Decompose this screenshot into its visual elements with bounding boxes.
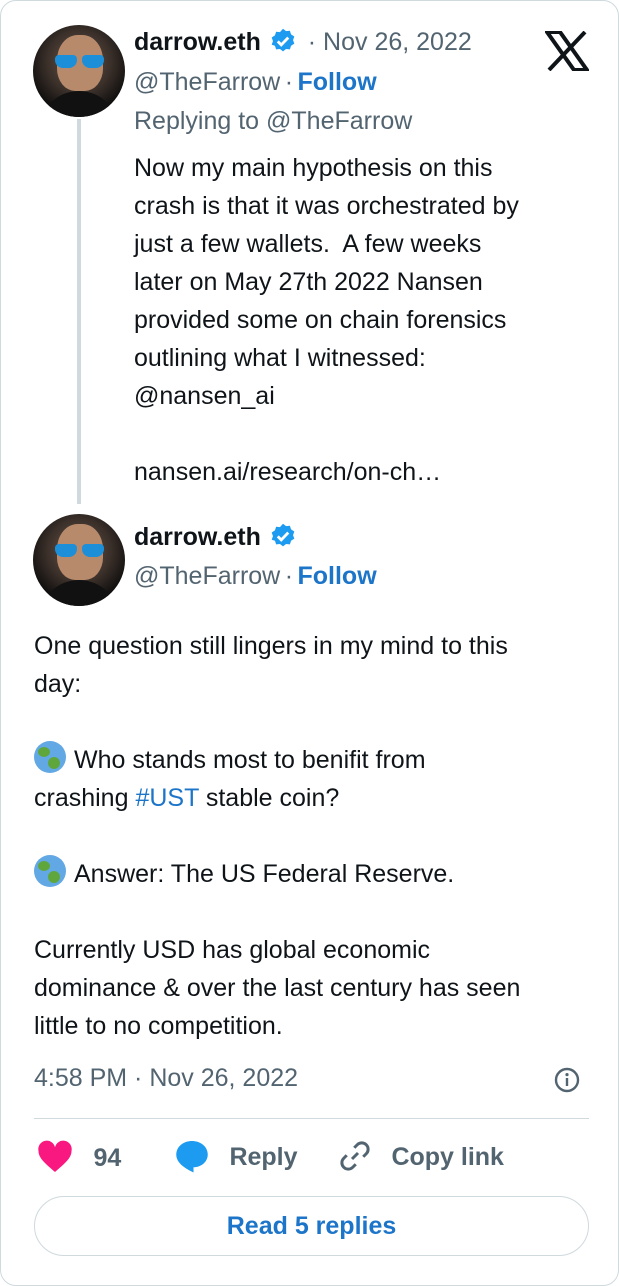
divider <box>34 1118 589 1119</box>
tweet-text-line: later on May 27th 2022 Nansen <box>134 268 483 296</box>
x-logo-icon[interactable] <box>545 31 589 71</box>
link-icon <box>340 1141 370 1171</box>
author-handle[interactable]: @TheFarrow <box>134 68 280 96</box>
tweet-text-line: One question still lingers in my mind to… <box>34 632 508 660</box>
copy-link-label: Copy link <box>391 1143 504 1171</box>
tweet-embed-card: darrow.eth · Nov 26, 2022 @TheFarrow · F… <box>0 0 619 1286</box>
tweet2-header: darrow.eth <box>134 522 297 552</box>
mention-link[interactable]: @nansen_ai <box>134 377 519 415</box>
article-link[interactable]: nansen.ai/research/on-ch… <box>134 453 519 491</box>
copy-link-action[interactable]: Copy link <box>337 1138 504 1174</box>
tweet-text-line: little to no competition. <box>34 1012 283 1040</box>
replying-to-handle[interactable]: @TheFarrow <box>266 107 412 135</box>
hashtag-link[interactable]: #UST <box>135 784 198 812</box>
tweet-date[interactable]: · Nov 26, 2022 <box>308 28 472 56</box>
author-name[interactable]: darrow.eth <box>134 28 261 56</box>
reply-label: Reply <box>229 1143 298 1171</box>
tweet1-handle-row: @TheFarrow · Follow <box>134 68 377 97</box>
tweet1-header: darrow.eth · Nov 26, 2022 <box>134 27 472 57</box>
author-name[interactable]: darrow.eth <box>134 523 261 551</box>
tweet-text-line: crashing #UST stable coin? <box>34 784 340 812</box>
follow-button[interactable]: Follow <box>297 562 376 590</box>
tweet1-text: Now my main hypothesis on this crash is … <box>134 149 519 491</box>
tweet-text-line: just a few wallets. A few weeks <box>134 230 482 258</box>
tweet-text-line: Now my main hypothesis on this <box>134 154 493 182</box>
reply-bubble-icon <box>176 1141 208 1173</box>
tweet-text-line: Answer: The US Federal Reserve. <box>34 855 594 893</box>
globe-emoji-icon <box>34 855 66 887</box>
tweet2-handle-row: @TheFarrow · Follow <box>134 562 377 591</box>
heart-icon <box>38 1140 72 1172</box>
replying-to: Replying to @TheFarrow <box>134 107 412 136</box>
tweet-text-line: day: <box>34 670 82 698</box>
tweet-text-line: crash is that it was orchestrated by <box>134 192 519 220</box>
avatar[interactable] <box>33 25 125 117</box>
tweet-timestamp[interactable]: 4:58 PM · Nov 26, 2022 <box>34 1064 298 1093</box>
separator-dot: · <box>284 562 294 590</box>
info-icon[interactable] <box>554 1067 580 1093</box>
replying-to-label: Replying to <box>134 107 260 135</box>
read-replies-button[interactable]: Read 5 replies <box>34 1196 589 1256</box>
tweet-text-line: outlining what I witnessed: <box>134 344 426 372</box>
separator-dot: · <box>284 68 294 96</box>
tweet-text-line: Who stands most to benifit from <box>34 741 594 779</box>
verified-badge-icon <box>272 523 295 547</box>
tweet-text-line: provided some on chain forensics <box>134 306 507 334</box>
tweet-text-line: dominance & over the last century has se… <box>34 974 521 1002</box>
globe-emoji-icon <box>34 741 66 773</box>
tweet-text-line: Currently USD has global economic <box>34 936 431 964</box>
tweet2-text: One question still lingers in my mind to… <box>34 627 594 1045</box>
follow-button[interactable]: Follow <box>297 68 376 96</box>
like-count: 94 <box>93 1144 122 1172</box>
verified-badge-icon <box>272 28 295 52</box>
avatar[interactable] <box>33 514 125 606</box>
author-handle[interactable]: @TheFarrow <box>134 562 280 590</box>
thread-connector-line <box>77 119 81 504</box>
like-action[interactable]: 94 <box>37 1140 121 1174</box>
reply-action[interactable]: Reply <box>173 1138 298 1174</box>
